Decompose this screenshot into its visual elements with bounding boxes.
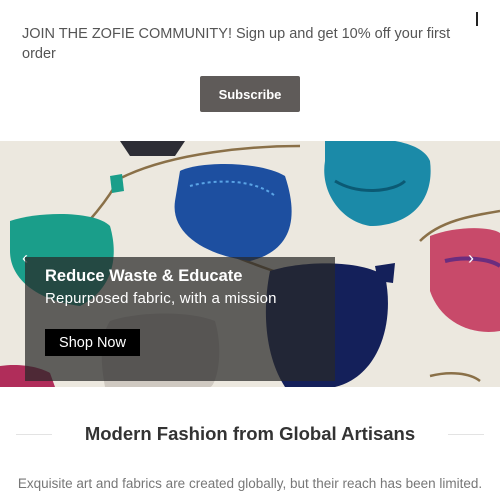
shop-now-button[interactable]: Shop Now bbox=[45, 329, 140, 356]
hero-carousel: ‹ › Reduce Waste & Educate Repurposed fa… bbox=[0, 141, 500, 387]
signup-banner: JOIN THE ZOFIE COMMUNITY! Sign up and ge… bbox=[0, 0, 500, 141]
section-heading: Modern Fashion from Global Artisans bbox=[84, 423, 416, 444]
signup-message: JOIN THE ZOFIE COMMUNITY! Sign up and ge… bbox=[22, 26, 451, 62]
section-description: Exquisite art and fabrics are created gl… bbox=[17, 476, 483, 491]
hero-title: Reduce Waste & Educate bbox=[45, 267, 243, 285]
subscribe-button[interactable]: Subscribe bbox=[200, 76, 300, 112]
hero-subtitle: Repurposed fabric, with a mission bbox=[45, 290, 277, 307]
chevron-right-icon[interactable]: › bbox=[464, 249, 478, 267]
hero-caption: Reduce Waste & Educate Repurposed fabric… bbox=[25, 257, 335, 381]
close-icon[interactable] bbox=[476, 12, 478, 26]
